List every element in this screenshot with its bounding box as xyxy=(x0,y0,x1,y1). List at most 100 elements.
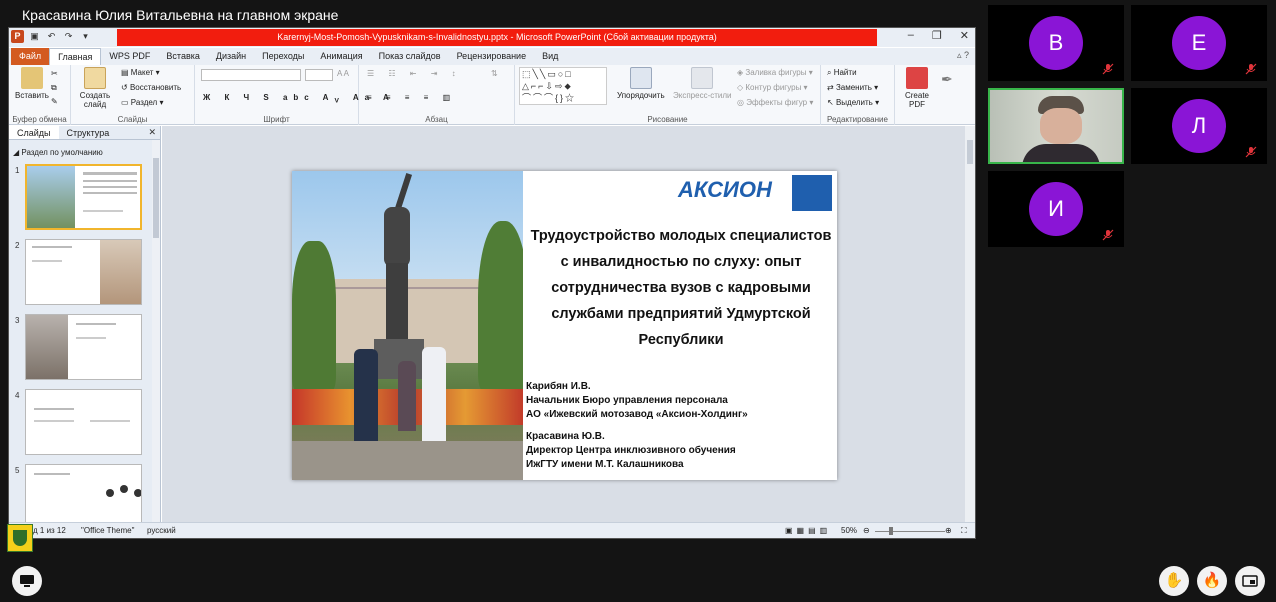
monitor-icon xyxy=(20,575,34,587)
fit-slide-icon[interactable]: ⛶ xyxy=(961,526,967,536)
layout-button[interactable] xyxy=(1235,566,1265,596)
zoom-in-icon[interactable]: ⊕ xyxy=(945,526,952,535)
reset-button[interactable]: ↺ Восстановить xyxy=(121,83,181,92)
find-label: Найти xyxy=(833,68,857,77)
tab-slides[interactable]: Слайды xyxy=(9,126,59,139)
view-buttons[interactable]: ▣▦▤▥ xyxy=(785,526,831,535)
slide-thumbnail[interactable]: 4 xyxy=(9,389,154,457)
zoom-slider-thumb[interactable] xyxy=(889,527,893,535)
current-slide[interactable]: АКСИОН Трудоустройство молодых специалис… xyxy=(292,171,837,480)
pane-close-icon[interactable]: ✕ xyxy=(148,127,156,138)
shapes-gallery[interactable]: ⬚╲╲▭○□ △⌐⌐⇩⇨⬥ ⌒⌒⌒{}☆ xyxy=(519,67,607,105)
reactions-button[interactable]: 🔥 xyxy=(1197,566,1227,596)
raise-hand-button[interactable]: ✋ xyxy=(1159,566,1189,596)
tab-view[interactable]: Вид xyxy=(534,48,566,65)
copy-icon[interactable]: ⧉ xyxy=(51,83,57,93)
active-speaker-video[interactable] xyxy=(988,88,1124,164)
slide-logo-text: АКСИОН xyxy=(678,177,772,202)
mic-muted-icon xyxy=(1245,146,1257,158)
customize-qat-icon[interactable]: ▾ xyxy=(79,30,92,43)
participant-tile[interactable]: Е xyxy=(1131,5,1267,81)
participant-tile[interactable]: И xyxy=(988,171,1124,247)
pane-scroll-thumb[interactable] xyxy=(153,158,159,238)
quick-styles-icon xyxy=(691,67,714,89)
tab-animation[interactable]: Анимация xyxy=(312,48,370,65)
screen-share-button[interactable] xyxy=(12,566,42,596)
find-button[interactable]: ⌕ Найти xyxy=(827,68,857,78)
slide-thumbnail[interactable]: 2 xyxy=(9,239,154,307)
tab-transitions[interactable]: Переходы xyxy=(254,48,312,65)
thumb-number: 1 xyxy=(15,166,20,175)
pdf-group: Create PDF ✒ xyxy=(895,65,975,125)
replace-button[interactable]: ⇄ Заменить ▾ xyxy=(827,83,878,92)
window-title: Karernyj-Most-Pomosh-Vypusknikam-s-Inval… xyxy=(117,29,877,46)
mic-muted-icon xyxy=(1102,63,1114,75)
author1-role: Начальник Бюро управления персонала xyxy=(526,395,728,406)
participant-avatar: И xyxy=(1029,182,1083,236)
thumb-3-preview xyxy=(25,314,142,380)
window-controls: – ❐ ✕ xyxy=(908,29,969,42)
language[interactable]: русский xyxy=(147,526,176,535)
section-button[interactable]: ▭ Раздел ▾ xyxy=(121,98,163,107)
help-icon[interactable]: ▵ ? xyxy=(957,50,969,61)
tab-home[interactable]: Главная xyxy=(49,48,102,65)
save-icon[interactable]: ▣ xyxy=(28,30,41,43)
paste-icon xyxy=(20,67,43,89)
zoom-level[interactable]: 50% xyxy=(841,526,857,535)
participant-tile[interactable]: Л xyxy=(1131,88,1267,164)
font-name-select[interactable] xyxy=(201,69,301,81)
thumb-2-preview xyxy=(25,239,142,305)
cut-icon[interactable]: ✂ xyxy=(51,69,58,78)
select-button[interactable]: ↖ Выделить ▾ xyxy=(827,98,879,107)
undo-icon[interactable]: ↶ xyxy=(45,30,58,43)
slide-thumbnail[interactable]: 3 xyxy=(9,314,154,382)
layout-button[interactable]: ▤ Макет ▾ xyxy=(121,68,160,77)
arrange-icon xyxy=(629,67,652,89)
layout-label: Макет xyxy=(130,68,154,77)
grow-font-icon[interactable]: A A xyxy=(337,69,349,78)
zoom-slider[interactable] xyxy=(875,531,945,532)
editor-scrollbar[interactable] xyxy=(965,126,975,522)
status-bar: д 1 из 12 "Office Theme" русский ▣▦▤▥ 50… xyxy=(9,522,975,538)
section-label: Раздел xyxy=(130,98,158,107)
tab-insert[interactable]: Вставка xyxy=(158,48,207,65)
participant-tile[interactable]: В xyxy=(988,5,1124,81)
tab-wps-pdf[interactable]: WPS PDF xyxy=(101,48,158,65)
section-default[interactable]: ◢ Раздел по умолчанию xyxy=(13,148,103,157)
shape-outline-button[interactable]: ◇ Контур фигуры ▾ xyxy=(737,83,808,92)
paste-button[interactable]: Вставить xyxy=(15,67,49,100)
tab-review[interactable]: Рецензирование xyxy=(449,48,535,65)
shape-effects-button[interactable]: ◎ Эффекты фигур ▾ xyxy=(737,98,813,107)
arrange-button[interactable]: Упорядочить xyxy=(617,67,665,100)
thumb-number: 2 xyxy=(15,241,20,250)
tab-outline[interactable]: Структура xyxy=(59,126,118,139)
picture-in-picture-icon xyxy=(1242,575,1258,587)
tab-design[interactable]: Дизайн xyxy=(208,48,254,65)
pane-scrollbar[interactable] xyxy=(152,140,160,522)
redo-icon[interactable]: ↷ xyxy=(62,30,75,43)
close-icon[interactable]: ✕ xyxy=(960,29,969,42)
sign-icon[interactable]: ✒ xyxy=(941,71,953,88)
create-pdf-button[interactable]: Create PDF xyxy=(899,67,935,109)
format-painter-icon[interactable]: ✎ xyxy=(51,97,58,106)
align-buttons[interactable]: ≡ ≡ ≡ ≡ ▥ xyxy=(367,93,456,102)
author1-name: Карибян И.В. xyxy=(526,381,591,392)
drawing-group: ⬚╲╲▭○□ △⌐⌐⇩⇨⬥ ⌒⌒⌒{}☆ Упорядочить Экспресс-… xyxy=(515,65,821,125)
tab-file[interactable]: Файл xyxy=(11,48,50,65)
new-slide-button[interactable]: Создать слайд xyxy=(79,67,111,109)
quick-styles-button[interactable]: Экспресс-стили xyxy=(673,67,732,100)
title-bar: P ▣ ↶ ↷ ▾ Karernyj-Most-Pomosh-Vypusknik… xyxy=(9,28,975,47)
tab-slideshow[interactable]: Показ слайдов xyxy=(371,48,449,65)
zoom-out-icon[interactable]: ⊖ xyxy=(863,526,870,535)
minimize-icon[interactable]: – xyxy=(908,29,914,42)
font-size-select[interactable] xyxy=(305,69,333,81)
list-buttons[interactable]: ☰ ☷ ⇤ ⇥ ↕ xyxy=(367,69,462,78)
editor-scroll-thumb[interactable] xyxy=(967,140,973,164)
shape-effects-label: Эффекты фигур xyxy=(746,98,808,107)
maximize-icon[interactable]: ❐ xyxy=(932,29,942,42)
slide-thumbnail[interactable]: 1 xyxy=(9,164,154,232)
shape-fill-button[interactable]: ◈ Заливка фигуры ▾ xyxy=(737,68,813,77)
text-direction-icon[interactable]: ⇅ xyxy=(491,69,498,78)
quick-access-toolbar: P ▣ ↶ ↷ ▾ xyxy=(11,30,92,43)
thumb-4-preview xyxy=(25,389,142,455)
